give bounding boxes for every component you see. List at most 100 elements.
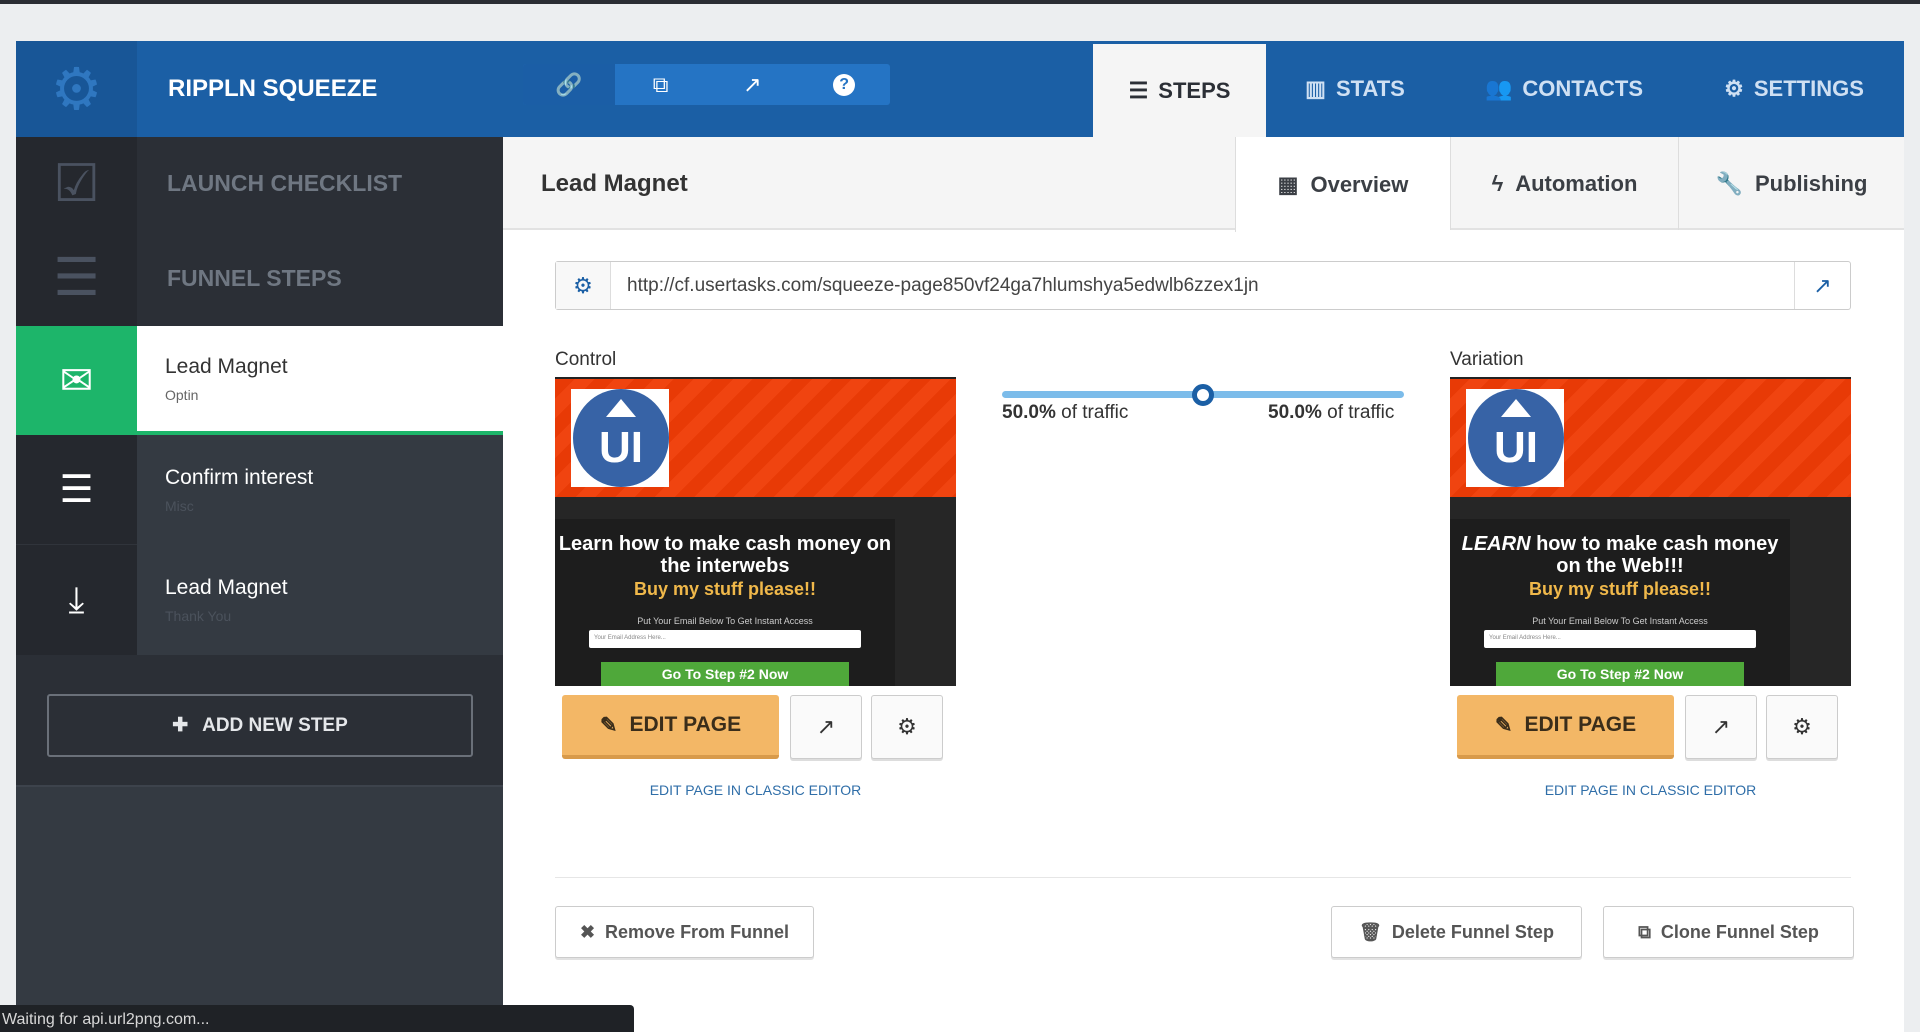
tab-label: CONTACTS xyxy=(1522,76,1643,101)
tab-overview[interactable]: ▦ Overview xyxy=(1235,137,1450,232)
edit-icon: ✎ xyxy=(1494,713,1513,737)
external-link-icon[interactable]: ↗ xyxy=(707,64,799,105)
page-settings-button[interactable]: ⚙ xyxy=(871,695,943,759)
step-title: Lead Magnet xyxy=(165,576,288,599)
copy-icon: ⧉ xyxy=(1638,921,1651,942)
copy-icon[interactable]: ⧉ xyxy=(615,64,707,105)
step-subtitle: Thank You xyxy=(165,608,232,624)
control-traffic: 50.0% of traffic xyxy=(1002,402,1128,424)
edit-icon: ✎ xyxy=(599,713,618,737)
toolbar: 🔗 ⧉ ↗ ? xyxy=(523,64,890,105)
step-title: Confirm interest xyxy=(165,466,314,489)
step-subtitle: Optin xyxy=(165,386,199,403)
preview-prompt: Put Your Email Below To Get Instant Acce… xyxy=(1532,616,1708,626)
app-title: RIPPLN SQUEEZE xyxy=(168,75,378,102)
gear-icon: ⚙ xyxy=(1792,714,1812,739)
preview-cta: Go To Step #2 Now xyxy=(601,662,849,686)
open-variation-button[interactable]: ↗ xyxy=(1685,695,1757,759)
step-lead-magnet-thank-you[interactable]: Lead Magnet Thank You xyxy=(137,545,503,655)
sidebar-item-launch-checklist[interactable]: LAUNCH CHECKLIST xyxy=(137,137,503,230)
wrench-icon: 🔧 xyxy=(1715,170,1743,196)
clone-funnel-step-button[interactable]: ⧉ Clone Funnel Step xyxy=(1603,906,1854,958)
preview-prompt: Put Your Email Below To Get Instant Acce… xyxy=(637,616,813,626)
users-icon: 👥 xyxy=(1485,76,1513,101)
page-url-bar: ⚙ http://cf.usertasks.com/squeeze-page85… xyxy=(555,261,1851,310)
preview-cta: Go To Step #2 Now xyxy=(1496,662,1744,686)
status-bar: Waiting for api.url2png.com... xyxy=(0,1005,634,1032)
traffic-pct: 50.0% xyxy=(1268,402,1322,423)
add-step-label: ADD NEW STEP xyxy=(202,714,348,736)
edit-variation-button[interactable]: ✎ EDIT PAGE xyxy=(1457,695,1674,759)
trash-icon: 🗑 xyxy=(1359,921,1382,942)
slider-handle[interactable] xyxy=(1192,384,1214,406)
tab-automation[interactable]: ϟ Automation xyxy=(1450,137,1678,230)
close-icon: ✖ xyxy=(579,921,596,942)
tab-stats[interactable]: ▥ STATS xyxy=(1266,41,1444,137)
classic-editor-link[interactable]: EDIT PAGE IN CLASSIC EDITOR xyxy=(555,782,956,798)
link-icon[interactable]: 🔗 xyxy=(523,64,615,105)
gear-icon: ⚙ xyxy=(1724,76,1744,101)
preview-input: Your Email Address Here... xyxy=(1484,630,1756,648)
add-new-step-button[interactable]: ✚ ADD NEW STEP xyxy=(47,694,473,757)
variation-traffic: 50.0% of traffic xyxy=(1268,402,1394,424)
list-icon: ☰ xyxy=(16,435,137,545)
traffic-suffix: of traffic xyxy=(1061,402,1129,423)
tab-contacts[interactable]: 👥 CONTACTS xyxy=(1444,41,1684,137)
gear-icon[interactable]: ⚙ xyxy=(16,41,137,137)
gear-icon: ⚙ xyxy=(897,714,917,739)
divider xyxy=(555,877,1851,878)
preview-headline: how to make cash money on the Web!!! xyxy=(1536,533,1779,577)
variation-preview[interactable]: UI LEARN how to make cash money on the W… xyxy=(1450,377,1851,686)
tab-steps[interactable]: ☰ STEPS xyxy=(1093,44,1266,137)
step-subtitle: Misc xyxy=(165,498,194,514)
button-label: Delete Funnel Step xyxy=(1391,921,1554,942)
bolt-icon: ϟ xyxy=(1491,170,1504,196)
tab-label: STEPS xyxy=(1158,77,1231,103)
preview-subhead: Buy my stuff please!! xyxy=(1528,579,1712,599)
button-label: Remove From Funnel xyxy=(605,921,790,942)
tab-label: Publishing xyxy=(1754,170,1868,196)
preview-subhead: Buy my stuff please!! xyxy=(633,579,817,599)
delete-funnel-step-button[interactable]: 🗑 Delete Funnel Step xyxy=(1331,906,1582,958)
step-title: Lead Magnet xyxy=(165,354,288,378)
list-icon: ☰ xyxy=(16,230,137,326)
external-link-icon: ↗ xyxy=(1711,714,1731,739)
preview-input: Your Email Address Here... xyxy=(589,630,861,648)
plus-icon: ✚ xyxy=(172,715,189,736)
external-link-icon[interactable]: ↗ xyxy=(1794,262,1850,309)
help-icon-glyph: ? xyxy=(833,73,856,96)
tab-label: Overview xyxy=(1310,171,1409,197)
envelope-icon: ✉ xyxy=(16,326,137,435)
control-preview[interactable]: UI Learn how to make cash money on the i… xyxy=(555,377,956,686)
tab-publishing[interactable]: 🔧 Publishing xyxy=(1678,137,1904,230)
grid-icon: ▦ xyxy=(1277,171,1299,197)
classic-editor-link[interactable]: EDIT PAGE IN CLASSIC EDITOR xyxy=(1450,782,1851,798)
sidebar-item-funnel-steps[interactable]: FUNNEL STEPS xyxy=(137,230,503,326)
tab-label: STATS xyxy=(1335,76,1405,101)
checkbox-icon: ☑ xyxy=(16,137,137,230)
button-label: Clone Funnel Step xyxy=(1660,921,1819,942)
remove-from-funnel-button[interactable]: ✖ Remove From Funnel xyxy=(555,906,814,958)
variation-settings-button[interactable]: ⚙ xyxy=(1766,695,1838,759)
open-page-button[interactable]: ↗ xyxy=(790,695,862,759)
page-title: Lead Magnet xyxy=(541,170,688,197)
tab-label: SETTINGS xyxy=(1753,76,1864,101)
page-url[interactable]: http://cf.usertasks.com/squeeze-page850v… xyxy=(611,262,1794,309)
bar-chart-icon: ▥ xyxy=(1305,76,1326,101)
tab-settings[interactable]: ⚙ SETTINGS xyxy=(1684,41,1904,137)
step-confirm-interest[interactable]: Confirm interest Misc xyxy=(137,435,503,545)
traffic-pct: 50.0% xyxy=(1002,402,1056,423)
external-link-icon: ↗ xyxy=(816,714,836,739)
window-top-edge xyxy=(0,0,1920,4)
help-icon[interactable]: ? xyxy=(798,64,890,105)
preview-headline-em: LEARN xyxy=(1461,533,1531,555)
tab-label: Automation xyxy=(1515,170,1638,196)
edit-label: EDIT PAGE xyxy=(1524,713,1637,736)
step-lead-magnet-optin[interactable]: Lead Magnet Optin xyxy=(137,326,503,435)
edit-label: EDIT PAGE xyxy=(629,713,742,736)
download-icon: ⤓ xyxy=(16,545,137,655)
traffic-suffix: of traffic xyxy=(1327,402,1395,423)
edit-page-button[interactable]: ✎ EDIT PAGE xyxy=(562,695,779,759)
variation-label: Variation xyxy=(1450,349,1524,370)
gear-icon[interactable]: ⚙ xyxy=(556,262,611,309)
